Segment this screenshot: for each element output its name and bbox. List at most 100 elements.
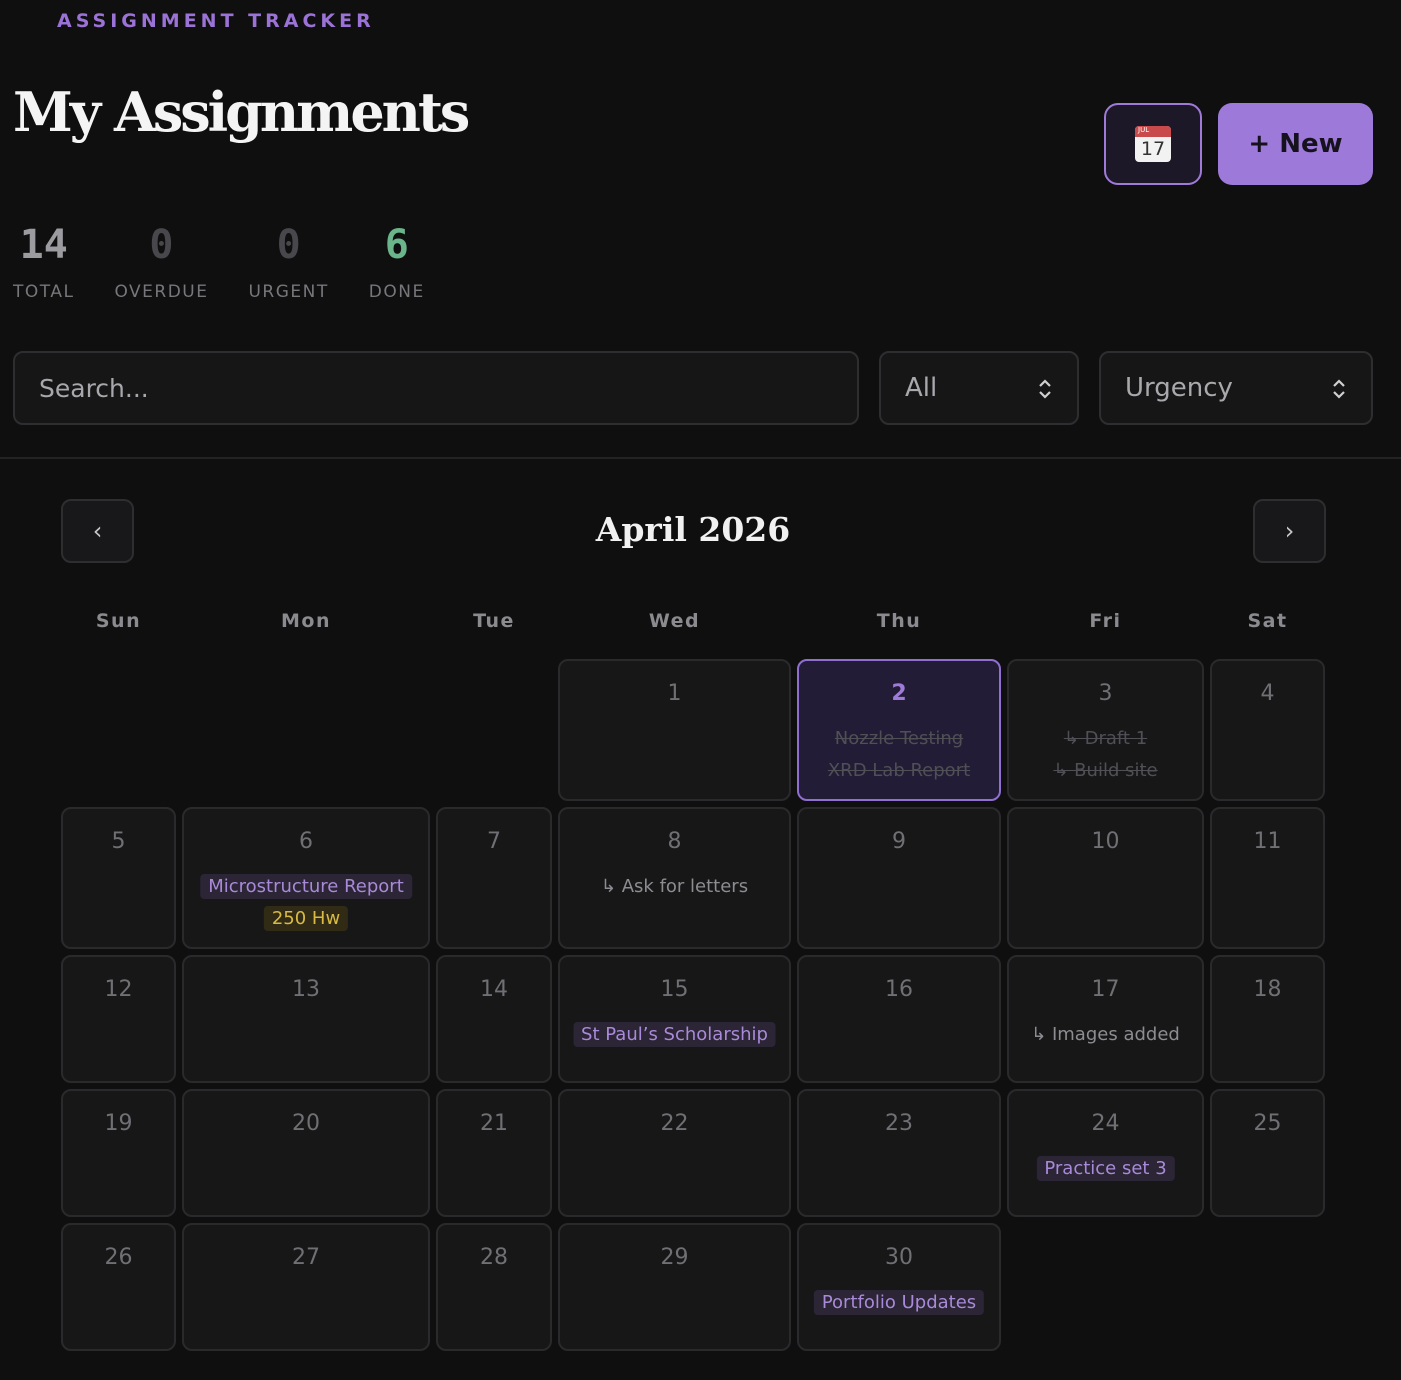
event-chip[interactable]: ↳ Draft 1	[1056, 726, 1155, 751]
day-cell-19[interactable]: 19	[61, 1089, 176, 1217]
day-cell-21[interactable]: 21	[436, 1089, 552, 1217]
calendar-icon-month: JUL	[1138, 126, 1150, 134]
day-cell-11[interactable]: 11	[1210, 807, 1325, 949]
day-cell-17[interactable]: 17 ↳ Images added	[1007, 955, 1204, 1083]
event-chip[interactable]: Nozzle Testing	[827, 726, 971, 751]
day-cell-23[interactable]: 23	[797, 1089, 1001, 1217]
day-number: 23	[885, 1111, 913, 1136]
day-cell-25[interactable]: 25	[1210, 1089, 1325, 1217]
stat-total: 14 TOTAL	[13, 222, 74, 302]
category-select-value: All	[905, 373, 938, 403]
event-chip[interactable]: Microstructure Report	[200, 874, 412, 899]
day-number: 10	[1091, 829, 1120, 854]
stat-label: DONE	[368, 282, 425, 302]
day-number: 22	[660, 1111, 689, 1136]
select-chevron-icon	[1039, 379, 1051, 399]
day-cell-3[interactable]: 3 ↳ Draft 1 ↳ Build site	[1007, 659, 1204, 801]
stats-bar: 14 TOTAL 0 OVERDUE 0 URGENT 6 DONE	[13, 222, 465, 302]
stat-value: 0	[149, 222, 174, 268]
event-chip[interactable]: ↳ Build site	[1045, 758, 1165, 783]
search-input[interactable]	[39, 373, 857, 403]
event-chip[interactable]: Practice set 3	[1036, 1156, 1175, 1181]
day-cell-18[interactable]: 18	[1210, 955, 1325, 1083]
day-number: 3	[1098, 681, 1113, 706]
day-number: 12	[104, 977, 133, 1002]
day-cell-4[interactable]: 4	[1210, 659, 1325, 801]
event-chip[interactable]: XRD Lab Report	[820, 758, 978, 783]
day-number: 6	[299, 829, 313, 854]
calendar-icon-day: 17	[1140, 138, 1166, 160]
stat-label: TOTAL	[13, 282, 75, 302]
sort-select-value: Urgency	[1125, 373, 1233, 403]
day-number: 25	[1253, 1111, 1282, 1136]
day-number: 16	[885, 977, 913, 1002]
new-assignment-button[interactable]: + New	[1218, 103, 1373, 185]
day-cell-9[interactable]: 9	[797, 807, 1001, 949]
day-cell-13[interactable]: 13	[182, 955, 430, 1083]
day-number: 17	[1091, 977, 1120, 1002]
weekday-sat: Sat	[1247, 610, 1288, 632]
event-chip[interactable]: ↳ Images added	[1023, 1022, 1188, 1047]
event-chip[interactable]: Portfolio Updates	[813, 1290, 985, 1315]
weekday-sun: Sun	[95, 610, 142, 632]
day-number: 18	[1253, 977, 1282, 1002]
stat-value: 14	[19, 222, 68, 268]
event-chip[interactable]: St Paul’s Scholarship	[573, 1022, 776, 1047]
stat-value: 0	[276, 222, 301, 268]
day-cell-26[interactable]: 26	[61, 1223, 176, 1351]
app-eyebrow: ASSIGNMENT TRACKER	[57, 10, 375, 32]
day-cell-30[interactable]: 30 Portfolio Updates	[797, 1223, 1001, 1351]
stat-urgent: 0 URGENT	[248, 222, 328, 302]
day-number: 5	[111, 829, 126, 854]
day-cell-1[interactable]: 1	[558, 659, 791, 801]
day-number: 9	[892, 829, 906, 854]
day-cell-29[interactable]: 29	[558, 1223, 791, 1351]
weekday-wed: Wed	[648, 610, 701, 632]
day-number: 2	[891, 681, 907, 706]
weekday-thu: Thu	[876, 610, 922, 632]
day-number: 26	[104, 1245, 133, 1270]
day-cell-22[interactable]: 22	[558, 1089, 791, 1217]
day-number: 28	[480, 1245, 508, 1270]
day-cell-5[interactable]: 5	[61, 807, 176, 949]
day-number: 11	[1253, 829, 1282, 854]
day-cell-24[interactable]: 24 Practice set 3	[1007, 1089, 1204, 1217]
day-number: 15	[660, 977, 689, 1002]
day-cell-14[interactable]: 14	[436, 955, 552, 1083]
day-cell-8[interactable]: 8 ↳ Ask for letters	[558, 807, 791, 949]
stat-label: URGENT	[248, 282, 329, 302]
month-label: April 2026	[595, 510, 791, 549]
day-cell-7[interactable]: 7	[436, 807, 552, 949]
divider	[0, 457, 1401, 459]
category-select[interactable]: All	[879, 351, 1079, 425]
day-cell-12[interactable]: 12	[61, 955, 176, 1083]
day-number: 24	[1091, 1111, 1120, 1136]
select-chevron-icon	[1333, 379, 1345, 399]
day-cell-15[interactable]: 15 St Paul’s Scholarship	[558, 955, 791, 1083]
stat-label: OVERDUE	[114, 282, 209, 302]
sort-select[interactable]: Urgency	[1099, 351, 1373, 425]
calendar-view-button[interactable]: JUL 17	[1104, 103, 1202, 185]
stat-done: 6 DONE	[369, 222, 425, 302]
day-cell-16[interactable]: 16	[797, 955, 1001, 1083]
weekday-tue: Tue	[473, 610, 515, 632]
day-number: 27	[292, 1245, 320, 1270]
day-cell-28[interactable]: 28	[436, 1223, 552, 1351]
day-cell-2[interactable]: 2 Nozzle Testing XRD Lab Report	[797, 659, 1001, 801]
day-number: 4	[1260, 681, 1275, 706]
stat-overdue: 0 OVERDUE	[114, 222, 208, 302]
event-chip[interactable]: ↳ Ask for letters	[593, 874, 756, 899]
day-cell-27[interactable]: 27	[182, 1223, 430, 1351]
next-month-button[interactable]: ›	[1253, 499, 1326, 563]
weekday-mon: Mon	[281, 610, 331, 632]
day-cell-6[interactable]: 6 Microstructure Report 250 Hw	[182, 807, 430, 949]
day-number: 30	[885, 1245, 913, 1270]
calendar-icon: JUL 17	[1135, 126, 1171, 162]
day-number: 19	[104, 1111, 133, 1136]
event-chip[interactable]: 250 Hw	[263, 906, 349, 931]
search-field[interactable]	[13, 351, 859, 425]
day-cell-10[interactable]: 10	[1007, 807, 1204, 949]
day-cell-20[interactable]: 20	[182, 1089, 430, 1217]
day-number: 7	[487, 829, 501, 854]
stat-value: 6	[384, 222, 409, 268]
